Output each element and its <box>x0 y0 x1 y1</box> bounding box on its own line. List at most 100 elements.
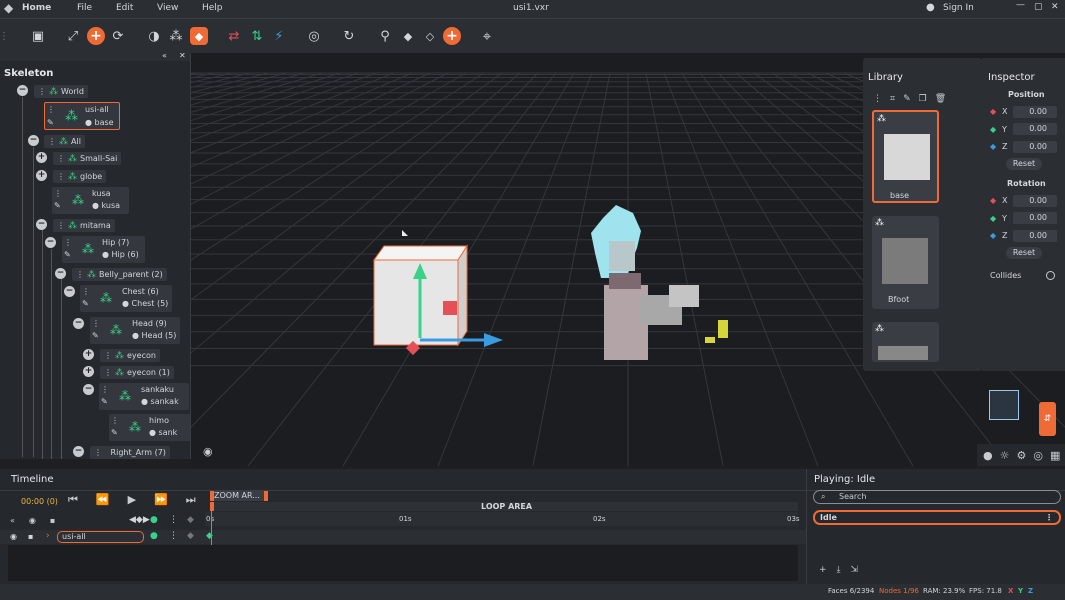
track-menu-icon[interactable]: ⋮ <box>169 531 178 541</box>
refresh-icon[interactable]: ⟳ <box>109 27 127 45</box>
visibility-icon[interactable]: ◉ <box>29 516 36 525</box>
expand-toggle[interactable]: + <box>36 170 47 181</box>
tree-icon[interactable]: ⚲ <box>376 27 394 45</box>
export-icon[interactable]: ⇲ <box>851 565 859 575</box>
tree-node-himo[interactable]: ⋮ ✎ ⁂ himo ● sank <box>109 414 190 441</box>
skip-end-icon[interactable]: ⏭ <box>186 493 196 507</box>
rotation-y-field[interactable]: 0.00 <box>1013 212 1057 224</box>
tree-node-globe[interactable]: ⋮ ⁂ globe <box>53 170 107 183</box>
save-icon[interactable]: ▣ <box>29 27 47 45</box>
zoom-handle-left[interactable] <box>210 491 214 501</box>
link-icon[interactable]: ⚡ <box>270 27 288 45</box>
collapse-toggle[interactable]: − <box>64 286 75 297</box>
position-z-field[interactable]: 0.00 <box>1013 141 1057 153</box>
swap-icon[interactable]: ⇄ <box>225 27 243 45</box>
more-icon[interactable]: ⋮ <box>873 94 882 104</box>
tree-node-belly-parent[interactable]: ⋮ ⁂ Belly_parent (2) <box>72 268 167 281</box>
close-icon[interactable]: ✕ <box>179 53 186 60</box>
tree-node-hip[interactable]: ⋮ ✎ ⁂ Hip (7) ● Hip (6) <box>62 236 145 263</box>
visibility-icon[interactable]: ◉ <box>10 532 17 541</box>
expand-track-icon[interactable]: › <box>46 531 50 541</box>
light-icon[interactable]: ☼ <box>1000 449 1010 462</box>
zoom-handle-right[interactable] <box>264 491 268 501</box>
tree-node-all[interactable]: ⋮ ⁂ All <box>44 135 85 148</box>
sign-in-link[interactable]: Sign In <box>943 3 974 13</box>
add-box-icon[interactable]: + <box>443 27 461 45</box>
box-outline-icon[interactable]: ◇ <box>421 27 439 45</box>
tree-node-eyecon[interactable]: ⋮ ⁂ eyecon <box>100 349 160 362</box>
lock-icon[interactable]: ▪ <box>50 516 55 525</box>
search-input[interactable]: Search <box>839 492 866 501</box>
import-icon[interactable]: ⤓ <box>837 565 841 575</box>
position-y-field[interactable]: 0.00 <box>1013 123 1057 135</box>
rotation-reset-button[interactable]: Reset <box>1006 247 1042 259</box>
library-item-bfoot[interactable]: ⁂ Bfoot <box>872 216 939 309</box>
globe-icon[interactable]: ◎ <box>305 27 323 45</box>
add-animation-icon[interactable]: + <box>819 565 827 575</box>
view-cube[interactable] <box>989 390 1019 420</box>
keyframe-nav-icon[interactable]: ◀◆▶ <box>129 515 150 525</box>
box-solid-icon[interactable]: ◆ <box>399 27 417 45</box>
sphere-icon[interactable]: ◑ <box>145 27 163 45</box>
collapse-toggle[interactable]: − <box>17 85 28 96</box>
record-icon[interactable]: ● <box>150 515 158 525</box>
playhead[interactable] <box>211 507 212 547</box>
close-window-icon[interactable]: ✕ <box>1051 2 1059 12</box>
render-mode-icon[interactable]: ● <box>983 449 993 462</box>
step-back-icon[interactable]: ⏪ <box>96 493 110 507</box>
delete-icon[interactable]: 🗑 <box>935 94 946 104</box>
search-box[interactable]: ⌕ Search <box>813 490 1061 504</box>
collapse-tracks-icon[interactable]: « <box>10 516 15 525</box>
tree-node-small-sai[interactable]: ⋮ ⁂ Small-Sai <box>53 152 122 165</box>
track-menu-icon[interactable]: ⋮ <box>169 515 178 525</box>
lock-icon[interactable]: ▪ <box>28 532 33 541</box>
more-icon[interactable]: ⋮ <box>1045 512 1053 523</box>
loop-icon[interactable]: ↻ <box>340 27 358 45</box>
record-icon[interactable]: ● <box>150 531 158 541</box>
camera-icon[interactable]: ◉ <box>203 445 213 458</box>
tree-node-sankaku[interactable]: ⋮ ✎ ⁂ sankaku ● sankak <box>99 383 189 410</box>
tree-node-eyecon-1[interactable]: ⋮ ⁂ eyecon (1) <box>100 366 174 379</box>
nodes-icon[interactable]: ⁂ <box>167 27 185 45</box>
tree-node-kusa[interactable]: ⋮ ✎ ⁂ kusa ● kusa <box>52 187 129 214</box>
position-reset-button[interactable]: Reset <box>1006 158 1042 170</box>
collapse-toggle[interactable]: − <box>28 135 39 146</box>
collapse-toggle[interactable]: − <box>55 268 66 279</box>
track-row[interactable]: ◉ ▪ › usi-all ● ⋮ ◆ ◆ <box>0 530 806 544</box>
file-menu[interactable]: File <box>77 3 92 13</box>
expand-toggle[interactable]: + <box>83 366 94 377</box>
library-item-partial[interactable]: ⁂ <box>872 322 939 362</box>
collapse-toggle[interactable]: − <box>73 446 84 457</box>
crop-icon[interactable]: ⌗ <box>890 94 895 104</box>
rotation-z-field[interactable]: 0.00 <box>1013 230 1057 242</box>
copy-icon[interactable]: ❐ <box>919 94 927 104</box>
library-item-base[interactable]: ⁂ base <box>872 110 939 203</box>
edit-icon[interactable]: ✎ <box>903 94 911 104</box>
minimize-icon[interactable]: — <box>1016 0 1025 10</box>
orientation-toggle[interactable]: ⇵ <box>1039 402 1056 436</box>
track-name[interactable]: usi-all <box>57 531 144 543</box>
collapse-toggle[interactable]: − <box>73 318 84 329</box>
tree-node-head[interactable]: ⋮ ✎ ⁂ Head (9) ● Head (5) <box>90 317 180 344</box>
play-icon[interactable]: ▶ <box>128 493 136 507</box>
position-x-field[interactable]: 0.00 <box>1013 106 1057 118</box>
expand-toggle[interactable]: + <box>83 349 94 360</box>
sort-icon[interactable]: ⇅ <box>248 27 266 45</box>
crosshair-icon[interactable]: ⌖ <box>478 27 496 45</box>
tree-node-mitama[interactable]: ⋮ ⁂ mitama <box>53 219 115 232</box>
maximize-icon[interactable]: ▢ <box>1034 2 1043 12</box>
collapse-toggle[interactable]: − <box>83 384 94 395</box>
tree-node-usi-all[interactable]: ⋮ ✎ ⁂ usi-all ● base <box>44 102 120 130</box>
help-menu[interactable]: Help <box>202 3 223 13</box>
zoom-area[interactable]: ZOOM AR... <box>210 491 268 501</box>
settings-icon[interactable]: ⚙ <box>1016 449 1026 462</box>
collapse-toggle[interactable]: − <box>36 219 47 230</box>
view-menu[interactable]: View <box>157 3 178 13</box>
rotation-x-field[interactable]: 0.00 <box>1013 195 1057 207</box>
grid-icon[interactable]: ▦ <box>1050 449 1060 462</box>
collapse-toggle[interactable]: − <box>45 237 56 248</box>
collides-toggle[interactable] <box>1046 271 1055 280</box>
step-forward-icon[interactable]: ⏩ <box>154 493 168 507</box>
expand-toggle[interactable]: + <box>36 152 47 163</box>
tree-node-world[interactable]: ⋮ ⁂ World <box>34 85 88 98</box>
